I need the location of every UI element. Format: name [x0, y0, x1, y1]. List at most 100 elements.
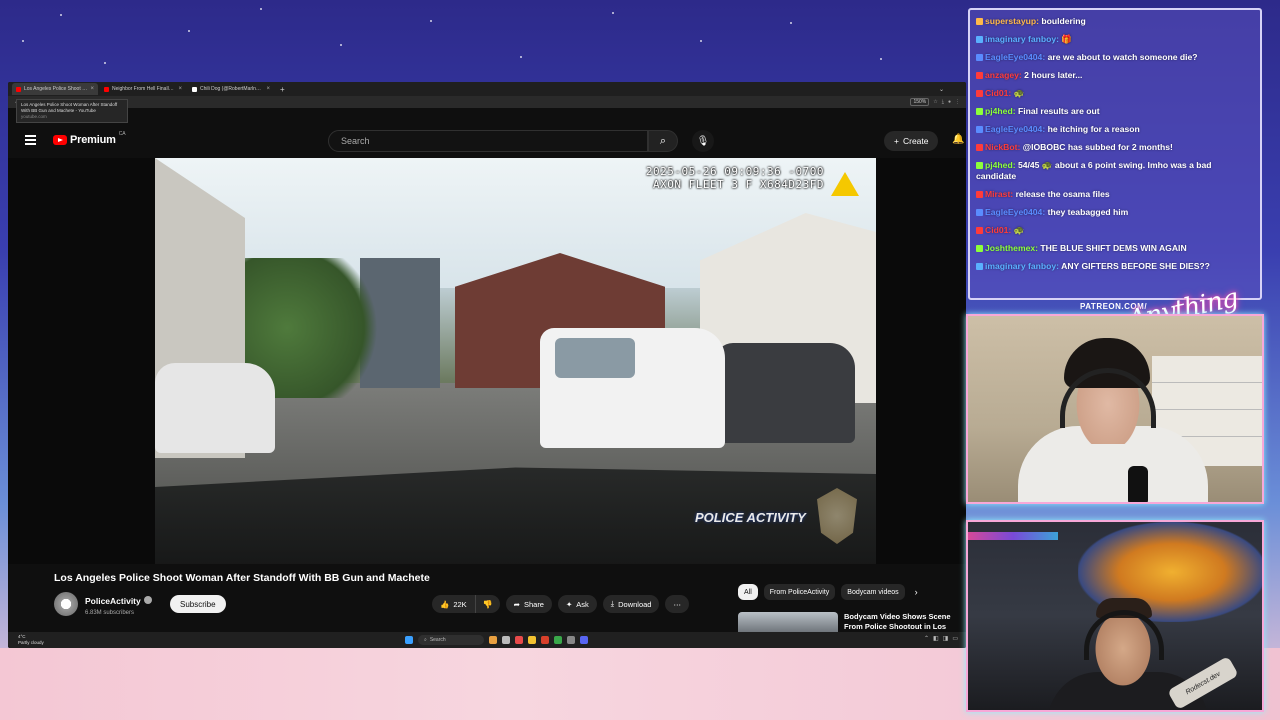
subscribe-button[interactable]: Subscribe — [170, 595, 226, 613]
network-icon[interactable]: ◧ — [933, 635, 939, 642]
device-line: AXON FLEET 3 F X684D23FD — [653, 177, 824, 191]
chip-all[interactable]: All — [738, 584, 758, 600]
chat-text: 2 hours later... — [1024, 70, 1083, 80]
tab-current[interactable]: Los Angeles Police Shoot Wo × — [12, 83, 98, 95]
chat-username[interactable]: pj4hed: — [985, 160, 1016, 170]
taskbar-search[interactable]: ⌕ Search — [418, 635, 484, 645]
chip-bodycam-videos[interactable]: Bodycam videos — [841, 584, 905, 600]
app-icon[interactable] — [489, 636, 497, 644]
share-button[interactable]: ➦ Share — [505, 595, 552, 613]
chat-username[interactable]: anzagey: — [985, 70, 1022, 80]
star-icon[interactable]: ☆ — [933, 99, 937, 105]
volume-icon[interactable]: ◨ — [943, 635, 949, 642]
chat-message: Cid01: 🐢 — [976, 88, 1254, 99]
task-view-icon[interactable] — [502, 636, 510, 644]
voice-search-button[interactable]: 🎙 — [692, 130, 714, 152]
more-actions-button[interactable]: ⋯ — [665, 595, 689, 613]
chat-username[interactable]: EagleEye0404: — [985, 52, 1045, 62]
download-button[interactable]: ⤓ Download — [602, 595, 660, 613]
chat-username[interactable]: Joshthemex: — [985, 243, 1038, 253]
discord-icon[interactable] — [580, 636, 588, 644]
windows-start-icon[interactable] — [405, 636, 413, 644]
channel-name[interactable]: PoliceActivity — [85, 596, 141, 606]
video-player[interactable]: 2025-05-26 09:09:36 -0700 AXON FLEET 3 F… — [155, 158, 876, 564]
badge-icon — [976, 162, 983, 169]
youtube-header: Premium CA Search ⌕ 🎙 + Create 🔔 — [8, 126, 966, 156]
hamburger-menu-icon[interactable] — [25, 135, 36, 147]
tab-label: Neighbor From Hell Finally Get — [112, 86, 176, 92]
chat-message: Cid01: 🐢 — [976, 225, 1254, 236]
chip-from-channel[interactable]: From PoliceActivity — [763, 584, 836, 600]
browser-window: Los Angeles Police Shoot Wo × Neighbor F… — [8, 82, 966, 648]
verified-icon — [143, 595, 152, 604]
file-explorer-icon[interactable] — [528, 636, 536, 644]
chat-text: they teabagged him — [1047, 207, 1129, 217]
taskbar-search-label: Search — [429, 637, 446, 643]
battery-icon[interactable]: ▭ — [952, 635, 958, 642]
url-field[interactable]: youtube.com/watch?v=L8VoA_41N30 — [40, 99, 906, 105]
chevron-down-icon[interactable]: ⌄ — [939, 86, 966, 93]
profile-icon[interactable]: ● — [948, 99, 951, 105]
video-title: Los Angeles Police Shoot Woman After Sta… — [54, 572, 430, 584]
chat-username[interactable]: EagleEye0404: — [985, 207, 1045, 217]
chat-message: Joshthemex: THE BLUE SHIFT DEMS WIN AGAI… — [976, 243, 1254, 254]
windows-taskbar: 4°C Partly cloudy ⌕ Search ⌃ ◧ ◨ ▭ — [8, 632, 966, 648]
app-icon[interactable] — [515, 636, 523, 644]
badge-icon — [976, 54, 983, 61]
dislike-button[interactable]: 👎 — [476, 595, 500, 613]
ask-button[interactable]: ✦ Ask — [557, 595, 597, 613]
create-button[interactable]: + Create — [884, 131, 939, 151]
close-icon[interactable]: × — [266, 86, 270, 92]
youtube-logo[interactable]: Premium CA — [53, 131, 126, 146]
chat-username[interactable]: superstayup: — [985, 16, 1039, 26]
like-button[interactable]: 👍 22K — [432, 595, 476, 613]
chat-message: superstayup: bouldering — [976, 16, 1254, 27]
youtube-icon — [53, 135, 67, 145]
close-icon[interactable]: × — [90, 86, 94, 92]
recommended-title[interactable]: Bodycam Video Shows Scene From Police Sh… — [844, 612, 964, 632]
recommendation-chips: All From PoliceActivity Bodycam videos › — [738, 584, 918, 600]
chat-text: @IOBOBC has subbed for 2 months! — [1022, 142, 1173, 152]
badge-icon — [976, 209, 983, 216]
download-icon[interactable]: ⤓ — [942, 99, 944, 105]
bodycam-timestamp: 2025-05-26 09:09:36 -0700 AXON FLEET 3 F… — [646, 165, 824, 191]
search-icon: ⌕ — [424, 637, 427, 643]
tab-x[interactable]: Chili Dog (@RobertMarlnd) / X × — [188, 83, 274, 95]
chat-username[interactable]: EagleEye0404: — [985, 124, 1045, 134]
recommended-thumbnail[interactable] — [738, 612, 838, 632]
menu-icon[interactable]: ⋮ — [955, 99, 960, 105]
new-tab-button[interactable]: + — [276, 85, 289, 94]
thumbs-up-icon: 👍 — [440, 599, 450, 609]
chevron-up-icon[interactable]: ⌃ — [924, 635, 929, 642]
chevron-right-icon[interactable]: › — [915, 587, 918, 597]
recommended-video[interactable]: Bodycam Video Shows Scene From Police Sh… — [738, 612, 964, 632]
chat-username[interactable]: NickBot: — [985, 142, 1020, 152]
download-label: Download — [618, 599, 652, 609]
chrome-icon[interactable] — [554, 636, 562, 644]
chat-username[interactable]: Mirast: — [985, 189, 1013, 199]
chat-username[interactable]: imaginary fanboy: — [985, 261, 1059, 271]
channel-avatar[interactable] — [54, 591, 78, 616]
thumbs-down-icon: 👎 — [482, 599, 493, 609]
search-input[interactable]: Search — [328, 130, 648, 152]
tooltip-domain: youtube.com — [21, 113, 47, 119]
microphone-icon: 🎙 — [696, 135, 710, 147]
zoom-indicator[interactable]: 150% — [910, 98, 930, 106]
chat-username[interactable]: pj4hed: — [985, 106, 1016, 116]
youtube-icon — [16, 86, 21, 92]
search-button[interactable]: ⌕ — [648, 130, 678, 152]
chat-message: imaginary fanboy: 🎁 — [976, 34, 1254, 45]
app-icon[interactable] — [541, 636, 549, 644]
webcam-streamer-1 — [966, 314, 1264, 504]
chat-username[interactable]: imaginary fanboy: — [985, 34, 1059, 44]
app-icon[interactable] — [567, 636, 575, 644]
chat-message: pj4hed: Final results are out — [976, 106, 1254, 117]
chat-username[interactable]: Cid01: — [985, 225, 1011, 235]
weather-widget[interactable]: 4°C Partly cloudy — [18, 634, 44, 646]
notifications-bell-icon[interactable]: 🔔 — [952, 134, 964, 145]
system-tray[interactable]: ⌃ ◧ ◨ ▭ — [924, 635, 958, 642]
close-icon[interactable]: × — [178, 86, 182, 92]
chat-text: he itching for a reason — [1047, 124, 1140, 134]
chat-username[interactable]: Cid01: — [985, 88, 1011, 98]
tab-neighbor[interactable]: Neighbor From Hell Finally Get × — [100, 83, 186, 95]
